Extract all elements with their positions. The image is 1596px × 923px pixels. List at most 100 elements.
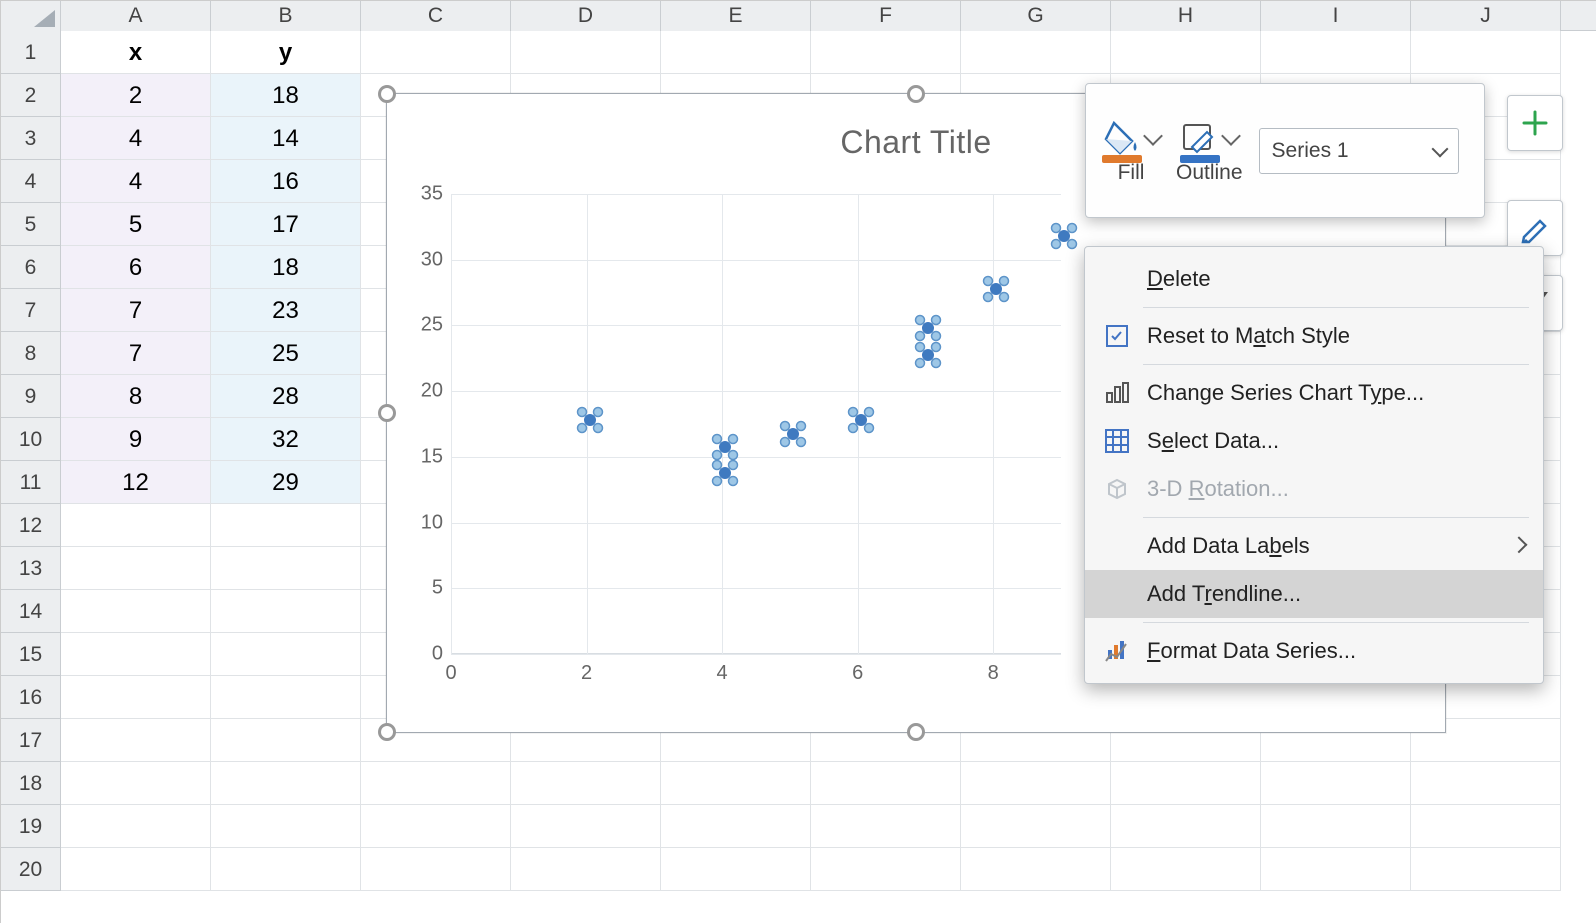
cell[interactable]: 25 [211,332,361,375]
cell[interactable] [661,848,811,891]
cell[interactable]: 8 [61,375,211,418]
chart-elements-button[interactable] [1507,95,1563,151]
cell[interactable] [511,31,661,74]
cell[interactable] [661,762,811,805]
cell[interactable]: 28 [211,375,361,418]
cell[interactable] [1111,762,1261,805]
cell[interactable]: 5 [61,203,211,246]
cell[interactable]: 23 [211,289,361,332]
cell[interactable]: 4 [61,160,211,203]
cell[interactable] [61,504,211,547]
cell[interactable] [361,848,511,891]
row-header[interactable]: 18 [1,762,61,805]
row-header[interactable]: 7 [1,289,61,332]
column-header[interactable]: C [361,1,511,31]
row-header[interactable]: 9 [1,375,61,418]
row-header[interactable]: 2 [1,74,61,117]
outline-button[interactable]: Outline [1172,113,1247,189]
resize-handle[interactable] [378,85,396,103]
cell[interactable] [211,805,361,848]
row-header[interactable]: 20 [1,848,61,891]
cell[interactable]: 14 [211,117,361,160]
cell[interactable] [1261,848,1411,891]
cell[interactable] [1261,31,1411,74]
cell[interactable]: 12 [61,461,211,504]
cell[interactable] [211,762,361,805]
cell[interactable] [811,848,961,891]
cell[interactable] [61,719,211,762]
row-header[interactable]: 19 [1,805,61,848]
cell[interactable] [61,805,211,848]
data-point[interactable] [981,274,1005,298]
row-header[interactable]: 4 [1,160,61,203]
cell[interactable] [211,848,361,891]
ctx-format-series[interactable]: Format Data Series... [1085,627,1543,675]
cell[interactable] [511,762,661,805]
cell[interactable] [211,633,361,676]
cell[interactable] [511,805,661,848]
cell[interactable]: 17 [211,203,361,246]
column-header[interactable]: A [61,1,211,31]
column-header[interactable]: D [511,1,661,31]
cell[interactable] [961,848,1111,891]
row-header[interactable]: 12 [1,504,61,547]
cell[interactable] [1411,805,1561,848]
cell[interactable] [61,762,211,805]
cell[interactable] [1111,805,1261,848]
row-header[interactable]: 6 [1,246,61,289]
cell[interactable] [211,590,361,633]
data-point[interactable] [913,313,937,337]
row-header[interactable]: 16 [1,676,61,719]
cell[interactable] [61,547,211,590]
row-header[interactable]: 17 [1,719,61,762]
data-point[interactable] [710,432,734,456]
cell[interactable] [61,633,211,676]
ctx-reset[interactable]: Reset to Match Style [1085,312,1543,360]
column-header[interactable]: G [961,1,1111,31]
cell[interactable] [61,676,211,719]
data-point[interactable] [1049,221,1073,245]
cell[interactable]: 18 [211,246,361,289]
column-header[interactable]: F [811,1,961,31]
cell[interactable] [361,31,511,74]
data-point[interactable] [778,419,802,443]
cell[interactable]: 7 [61,289,211,332]
cell[interactable]: 9 [61,418,211,461]
cell[interactable] [1111,848,1261,891]
resize-handle[interactable] [378,723,396,741]
plot-area[interactable]: 0246805101520253035 [451,194,1061,654]
column-header[interactable]: E [661,1,811,31]
ctx-select-data[interactable]: Select Data... [1085,417,1543,465]
cell[interactable]: 29 [211,461,361,504]
data-point[interactable] [575,405,599,429]
row-header[interactable]: 13 [1,547,61,590]
cell[interactable] [361,805,511,848]
cell[interactable] [211,676,361,719]
row-header[interactable]: 15 [1,633,61,676]
cell[interactable] [1261,805,1411,848]
series-dropdown[interactable]: Series 1 [1259,128,1459,174]
ctx-change-type[interactable]: Change Series Chart Type... [1085,369,1543,417]
cell[interactable] [1411,31,1561,74]
cell[interactable] [1411,762,1561,805]
ctx-delete[interactable]: Delete [1085,255,1543,303]
cell[interactable] [361,762,511,805]
resize-handle[interactable] [907,723,925,741]
cell[interactable] [811,805,961,848]
cell[interactable] [61,590,211,633]
row-header[interactable]: 3 [1,117,61,160]
cell[interactable] [211,547,361,590]
cell[interactable] [61,848,211,891]
resize-handle[interactable] [907,85,925,103]
cell[interactable] [661,805,811,848]
cell[interactable]: 16 [211,160,361,203]
ctx-add-labels[interactable]: Add Data Labels [1085,522,1543,570]
cell[interactable]: 32 [211,418,361,461]
row-header[interactable]: 10 [1,418,61,461]
cell[interactable] [1111,31,1261,74]
cell[interactable] [811,762,961,805]
cell[interactable]: 18 [211,74,361,117]
cell[interactable] [211,719,361,762]
row-header[interactable]: 5 [1,203,61,246]
row-header[interactable]: 14 [1,590,61,633]
